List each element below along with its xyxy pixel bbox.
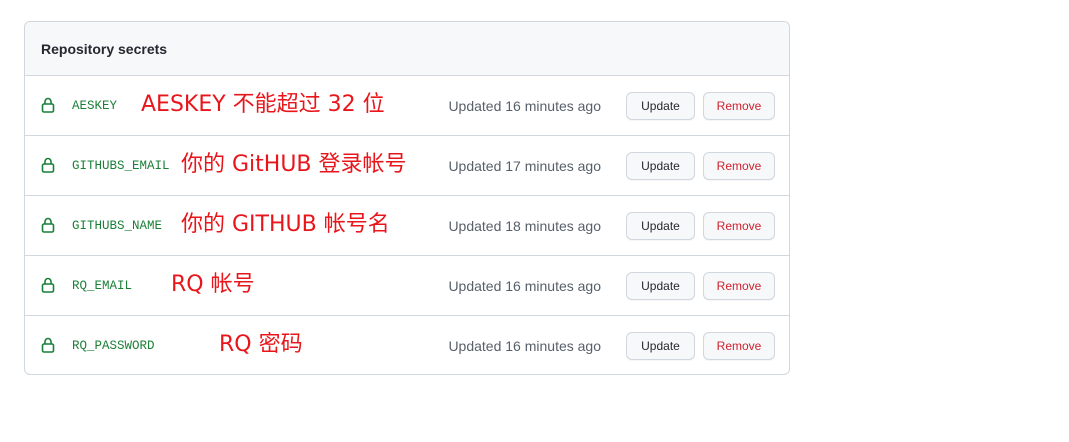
secret-annotation: AESKEY 不能超过 32 位 (141, 92, 385, 117)
secret-row: RQ_PASSWORD RQ 密码 Updated 16 minutes ago… (25, 316, 789, 374)
secret-name: RQ_EMAIL (72, 279, 133, 293)
lock-icon (41, 217, 55, 233)
remove-button[interactable]: Remove (703, 212, 775, 240)
lock-icon (41, 337, 55, 353)
update-button[interactable]: Update (626, 212, 695, 240)
remove-button[interactable]: Remove (703, 152, 775, 180)
updated-timestamp: Updated 17 minutes ago (448, 158, 601, 174)
updated-timestamp: Updated 16 minutes ago (448, 338, 601, 354)
updated-timestamp: Updated 18 minutes ago (448, 218, 601, 234)
secret-row: GITHUBS_EMAIL 你的 GitHUB 登录帐号 Updated 17 … (25, 136, 789, 196)
remove-button[interactable]: Remove (703, 272, 775, 300)
lock-icon (41, 277, 55, 293)
secret-name: GITHUBS_EMAIL (72, 159, 170, 173)
updated-timestamp: Updated 16 minutes ago (448, 278, 601, 294)
update-button[interactable]: Update (626, 272, 695, 300)
panel-title: Repository secrets (41, 40, 168, 57)
secret-name: RQ_PASSWORD (72, 339, 155, 353)
remove-button[interactable]: Remove (703, 332, 775, 360)
updated-timestamp: Updated 16 minutes ago (448, 98, 601, 114)
secret-annotation: 你的 GITHUB 帐号名 (181, 212, 390, 237)
remove-button[interactable]: Remove (703, 92, 775, 120)
secret-name: GITHUBS_NAME (72, 219, 163, 233)
lock-icon (41, 97, 55, 113)
secret-row: GITHUBS_NAME 你的 GITHUB 帐号名 Updated 18 mi… (25, 196, 789, 256)
repository-secrets-panel: Repository secrets AESKEY AESKEY 不能超过 32… (24, 21, 790, 375)
lock-icon (41, 157, 55, 173)
secret-annotation: RQ 密码 (219, 332, 303, 357)
update-button[interactable]: Update (626, 92, 695, 120)
panel-header: Repository secrets (25, 22, 789, 76)
secret-row: AESKEY AESKEY 不能超过 32 位 Updated 16 minut… (25, 76, 789, 136)
secret-name: AESKEY (72, 99, 118, 113)
update-button[interactable]: Update (626, 332, 695, 360)
secret-annotation: RQ 帐号 (171, 272, 255, 297)
secret-row: RQ_EMAIL RQ 帐号 Updated 16 minutes ago Up… (25, 256, 789, 316)
secret-annotation: 你的 GitHUB 登录帐号 (181, 152, 407, 177)
update-button[interactable]: Update (626, 152, 695, 180)
page: Repository secrets AESKEY AESKEY 不能超过 32… (0, 0, 1069, 442)
